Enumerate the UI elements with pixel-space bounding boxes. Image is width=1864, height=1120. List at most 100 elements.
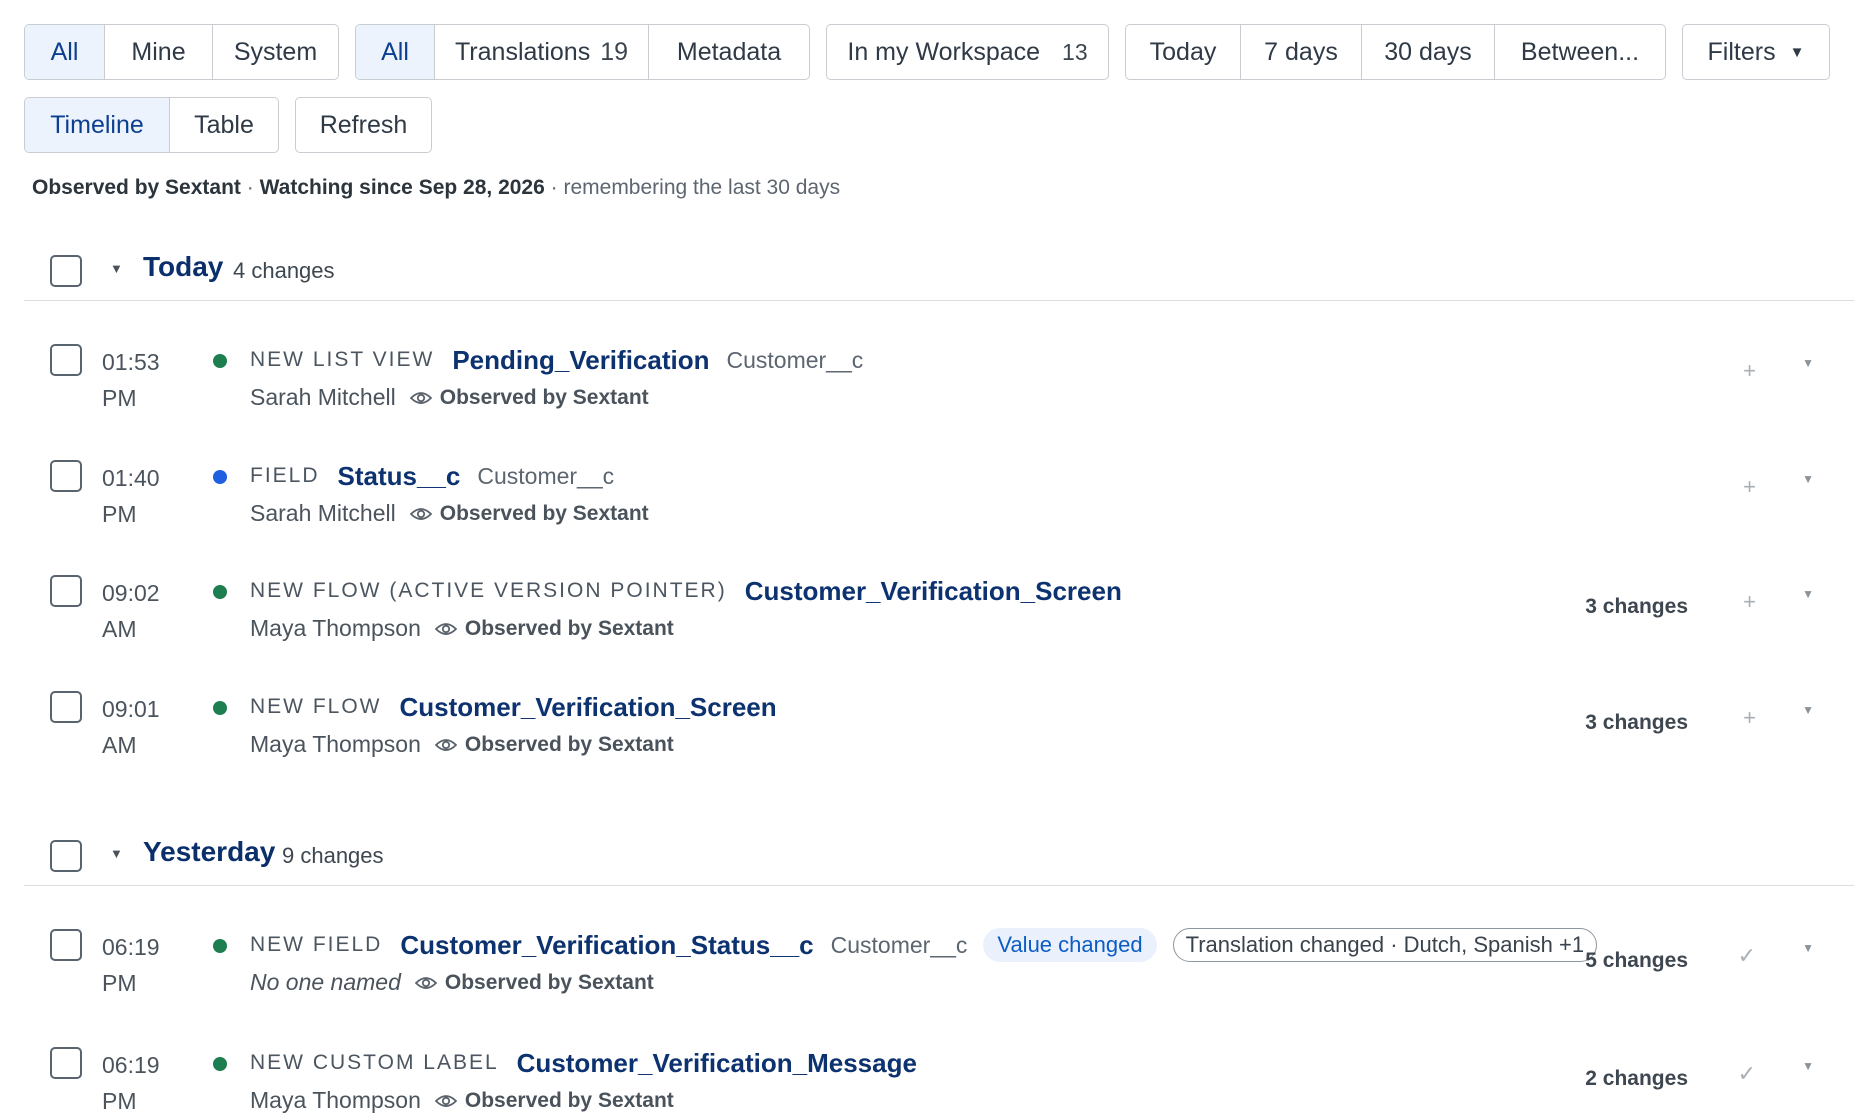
timeline-row[interactable]: 06:19 PM NEW CUSTOM LABEL Customer_Verifi…: [24, 1041, 1854, 1120]
row-select-checkbox[interactable]: [50, 691, 82, 723]
object-name: Customer__c: [726, 346, 864, 373]
chevron-down-icon[interactable]: ▼: [1802, 703, 1814, 717]
triangle-down-icon[interactable]: ▼: [110, 846, 123, 861]
refresh-group: Refresh: [295, 97, 432, 153]
change-count[interactable]: 3 changes: [1585, 595, 1688, 619]
row-select-checkbox[interactable]: [50, 344, 82, 376]
group-title: Today: [143, 251, 224, 282]
filters-label: Filters: [1707, 37, 1776, 66]
add-icon[interactable]: +: [1743, 474, 1756, 500]
range-today[interactable]: Today: [1126, 25, 1241, 79]
view-timeline[interactable]: Timeline: [25, 98, 170, 152]
row-select-checkbox[interactable]: [50, 929, 82, 961]
chevron-down-icon[interactable]: ▼: [1802, 587, 1814, 601]
triangle-down-icon[interactable]: ▼: [110, 261, 123, 276]
observer-label: Observed by Sextant: [464, 1088, 674, 1112]
timeline-row[interactable]: 01:40 PM FIELD Status__c Customer__c Sara…: [24, 454, 1854, 554]
timeline-row[interactable]: 01:53 PM NEW LIST VIEW Pending_Verificati…: [24, 338, 1854, 438]
observer-label: Observed by Sextant: [464, 616, 674, 640]
change-kind: NEW FLOW (ACTIVE VERSION POINTER): [250, 579, 727, 602]
workspace-filter-button[interactable]: In my Workspace 13: [827, 25, 1108, 79]
component-name[interactable]: Customer_Verification_Status__c: [400, 930, 813, 961]
eye-icon: [434, 1093, 457, 1109]
owner-filter-mine[interactable]: Mine: [105, 25, 213, 79]
watch-status: Observed by Sextant · Watching since Sep…: [32, 176, 840, 200]
row-time: 06:19 PM: [102, 934, 160, 996]
chevron-down-icon[interactable]: ▼: [1802, 941, 1814, 955]
author-name: No one named: [250, 969, 401, 995]
group-select-checkbox[interactable]: [50, 840, 82, 872]
row-time: 01:53 PM: [102, 349, 160, 411]
add-icon[interactable]: +: [1743, 589, 1756, 615]
view-mode-group: Timeline Table: [24, 97, 279, 153]
observer-label: Observed by Sextant: [439, 501, 649, 525]
translations-count: 19: [600, 37, 629, 66]
object-name: Customer__c: [830, 931, 968, 958]
change-kind: NEW FLOW: [250, 695, 382, 718]
group-change-count: 4 changes: [233, 258, 335, 283]
type-filter-translations-label: Translations: [454, 37, 591, 66]
group-change-count: 9 changes: [282, 843, 384, 868]
filters-group: Filters ▼: [1682, 24, 1830, 80]
range-between[interactable]: Between...: [1495, 25, 1665, 79]
translation-changed-badge: Translation changed · Dutch, Spanish +1: [1172, 928, 1598, 962]
status-dot: [213, 585, 227, 599]
timeline-row[interactable]: 09:02 AM NEW FLOW (ACTIVE VERSION POINTER…: [24, 569, 1854, 669]
type-filter-translations[interactable]: Translations 19: [435, 25, 649, 79]
author-name: Sarah Mitchell: [250, 500, 396, 526]
chevron-down-icon[interactable]: ▼: [1802, 472, 1814, 486]
observer-label: Observed by Sextant: [32, 176, 241, 199]
observer-label: Observed by Sextant: [464, 732, 674, 756]
owner-filter-all[interactable]: All: [25, 25, 105, 79]
row-select-checkbox[interactable]: [50, 575, 82, 607]
component-name[interactable]: Status__c: [338, 461, 461, 492]
change-kind: FIELD: [250, 464, 320, 487]
component-name[interactable]: Customer_Verification_Message: [517, 1048, 917, 1079]
workspace-filter-label: In my Workspace: [847, 37, 1041, 66]
timeline-row[interactable]: 09:01 AM NEW FLOW Customer_Verification_S…: [24, 685, 1854, 785]
status-dot: [213, 354, 227, 368]
change-count[interactable]: 5 changes: [1585, 949, 1688, 973]
separator: ·: [246, 176, 254, 199]
chevron-down-icon[interactable]: ▼: [1802, 1059, 1814, 1073]
row-select-checkbox[interactable]: [50, 460, 82, 492]
group-header-today: ▼ Today 4 changes: [24, 231, 1854, 301]
type-filter-metadata[interactable]: Metadata: [649, 25, 809, 79]
status-dot: [213, 939, 227, 953]
workspace-filter-group: In my Workspace 13: [826, 24, 1109, 80]
change-count[interactable]: 2 changes: [1585, 1067, 1688, 1091]
check-icon[interactable]: ✓: [1738, 943, 1756, 969]
view-table[interactable]: Table: [170, 98, 278, 152]
observer-label: Observed by Sextant: [439, 385, 649, 409]
row-time: 06:19 PM: [102, 1052, 160, 1114]
chevron-down-icon[interactable]: ▼: [1802, 356, 1814, 370]
range-30-days[interactable]: 30 days: [1362, 25, 1495, 79]
type-filter-all[interactable]: All: [356, 25, 435, 79]
add-icon[interactable]: +: [1743, 705, 1756, 731]
change-count[interactable]: 3 changes: [1585, 711, 1688, 735]
row-select-checkbox[interactable]: [50, 1047, 82, 1079]
status-dot: [213, 470, 227, 484]
group-header-yesterday: ▼ Yesterday 9 changes: [24, 816, 1854, 886]
eye-icon: [434, 621, 457, 637]
owner-filter-system[interactable]: System: [213, 25, 338, 79]
eye-icon: [409, 506, 432, 522]
author-name: Sarah Mitchell: [250, 384, 396, 410]
workspace-count: 13: [1062, 38, 1088, 65]
component-name[interactable]: Customer_Verification_Screen: [400, 692, 777, 723]
timeline-row[interactable]: 06:19 PM NEW FIELD Customer_Verification_…: [24, 923, 1854, 1023]
status-dot: [213, 701, 227, 715]
add-icon[interactable]: +: [1743, 358, 1756, 384]
refresh-button[interactable]: Refresh: [296, 98, 431, 152]
component-name[interactable]: Customer_Verification_Screen: [745, 576, 1122, 607]
eye-icon: [409, 390, 432, 406]
separator: ·: [550, 176, 558, 199]
check-icon[interactable]: ✓: [1738, 1061, 1756, 1087]
row-time: 01:40 PM: [102, 465, 160, 527]
change-kind: NEW CUSTOM LABEL: [250, 1051, 499, 1074]
group-select-checkbox[interactable]: [50, 255, 82, 287]
filters-dropdown-button[interactable]: Filters ▼: [1683, 25, 1829, 79]
component-name[interactable]: Pending_Verification: [452, 345, 709, 376]
row-time: 09:01 AM: [102, 696, 160, 758]
range-7-days[interactable]: 7 days: [1241, 25, 1362, 79]
